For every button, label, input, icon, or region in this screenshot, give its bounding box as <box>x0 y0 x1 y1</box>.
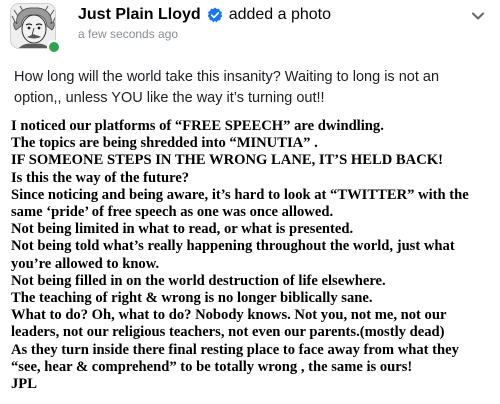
post-text-line: Not being limited in what to read, or wh… <box>11 221 354 238</box>
post-header: Just Plain Lloyd added a photo a few sec… <box>0 0 500 60</box>
post-text-line: IF SOMEONE STEPS IN THE WRONG LANE, IT’S… <box>11 152 443 169</box>
online-status-indicator <box>47 40 61 54</box>
post-image-text: I noticed our platforms of “FREE SPEECH”… <box>11 118 495 393</box>
post-action-text: added a photo <box>228 6 332 23</box>
post-text-line: leaders, not our religious teachers, not… <box>11 324 445 341</box>
post-text-line: “see, hear & comprehend” to be totally w… <box>11 358 413 375</box>
post-text-line: I noticed our platforms of “FREE SPEECH”… <box>11 118 384 134</box>
verified-check-icon <box>207 7 223 23</box>
author-name[interactable]: Just Plain Lloyd <box>78 6 201 24</box>
chevron-down-icon[interactable] <box>470 8 486 24</box>
post-author-line: Just Plain Lloyd added a photo <box>78 4 331 26</box>
post-text-line: Since noticing and being aware, it’s har… <box>11 186 469 203</box>
post-text-line: What to do? Oh, what to do? Nobody knows… <box>11 307 447 324</box>
post-text-line: As they turn inside there final resting … <box>11 341 459 358</box>
post-text-line: Not being told what’s really happening t… <box>11 238 455 255</box>
post-text-line: you’re allowed to know. <box>11 255 160 272</box>
post-intro-text: How long will the world take this insani… <box>14 69 440 106</box>
post-text-line: The teaching of right & wrong is no long… <box>11 290 373 307</box>
post-timestamp[interactable]: a few seconds ago <box>78 27 178 41</box>
post-text-line: Is this the way of the future? <box>11 169 190 186</box>
post-text-line: JPL <box>11 376 37 393</box>
post-text-line: The topics are being shredded into “MINU… <box>11 135 318 152</box>
post-text-line: same ‘pride’ of free speech as one was o… <box>11 204 334 221</box>
post-text-line: Not being filled in on the world destruc… <box>11 272 386 289</box>
